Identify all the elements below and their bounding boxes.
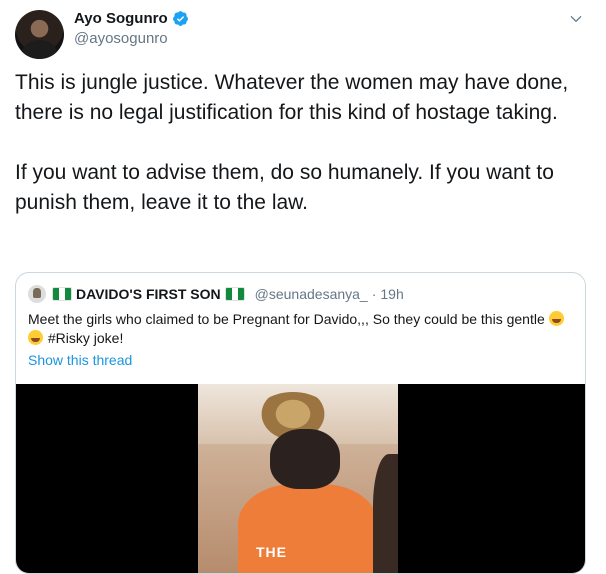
author-display-name[interactable]: Ayo Sogunro (74, 10, 168, 27)
face-with-tears-of-joy-icon (548, 311, 564, 326)
author-handle[interactable]: @ayosogunro (74, 30, 168, 47)
video-player[interactable]: THE (16, 384, 585, 573)
verified-badge-icon (172, 11, 188, 26)
tweet-paragraph-1: This is jungle justice. Whatever the wom… (15, 71, 569, 124)
nigeria-flag-icon (224, 287, 245, 301)
author-name-row: Ayo Sogunro (74, 10, 189, 27)
tweet-text: This is jungle justice. Whatever the wom… (15, 68, 585, 218)
video-person-shirt (238, 484, 378, 573)
face-with-tears-of-joy-icon (28, 330, 43, 345)
quoted-timestamp[interactable]: 19h (380, 286, 403, 302)
quoted-text-part-2: #Risky joke! (44, 330, 124, 346)
tweet-paragraph-2: If you want to advise them, do so humane… (15, 161, 554, 214)
avatar[interactable] (15, 10, 64, 59)
avatar-body (21, 40, 58, 59)
chevron-down-icon (570, 16, 582, 22)
quoted-text: Meet the girls who claimed to be Pregnan… (28, 310, 568, 348)
quoted-handle[interactable]: @seunadesanya_ (255, 286, 368, 302)
video-side-figure (373, 454, 398, 573)
quoted-tweet-card[interactable]: DAVIDO'S FIRST SON @seunadesanya_ · 19h … (15, 272, 586, 574)
quoted-avatar[interactable] (28, 285, 46, 303)
nigeria-flag-icon (52, 287, 72, 301)
video-person-head (270, 429, 340, 489)
quoted-text-part-1: Meet the girls who claimed to be Pregnan… (28, 311, 549, 327)
video-shirt-text: THE (256, 544, 287, 560)
video-frame: THE (198, 384, 398, 573)
separator-dot: · (371, 286, 377, 302)
show-thread-link[interactable]: Show this thread (28, 352, 132, 368)
quoted-display-name[interactable]: DAVIDO'S FIRST SON (76, 286, 221, 302)
quoted-header: DAVIDO'S FIRST SON @seunadesanya_ · 19h (28, 285, 404, 303)
tweet-card[interactable]: Ayo Sogunro @ayosogunro This is jungle j… (0, 0, 606, 574)
tweet-menu-button[interactable] (563, 8, 589, 30)
